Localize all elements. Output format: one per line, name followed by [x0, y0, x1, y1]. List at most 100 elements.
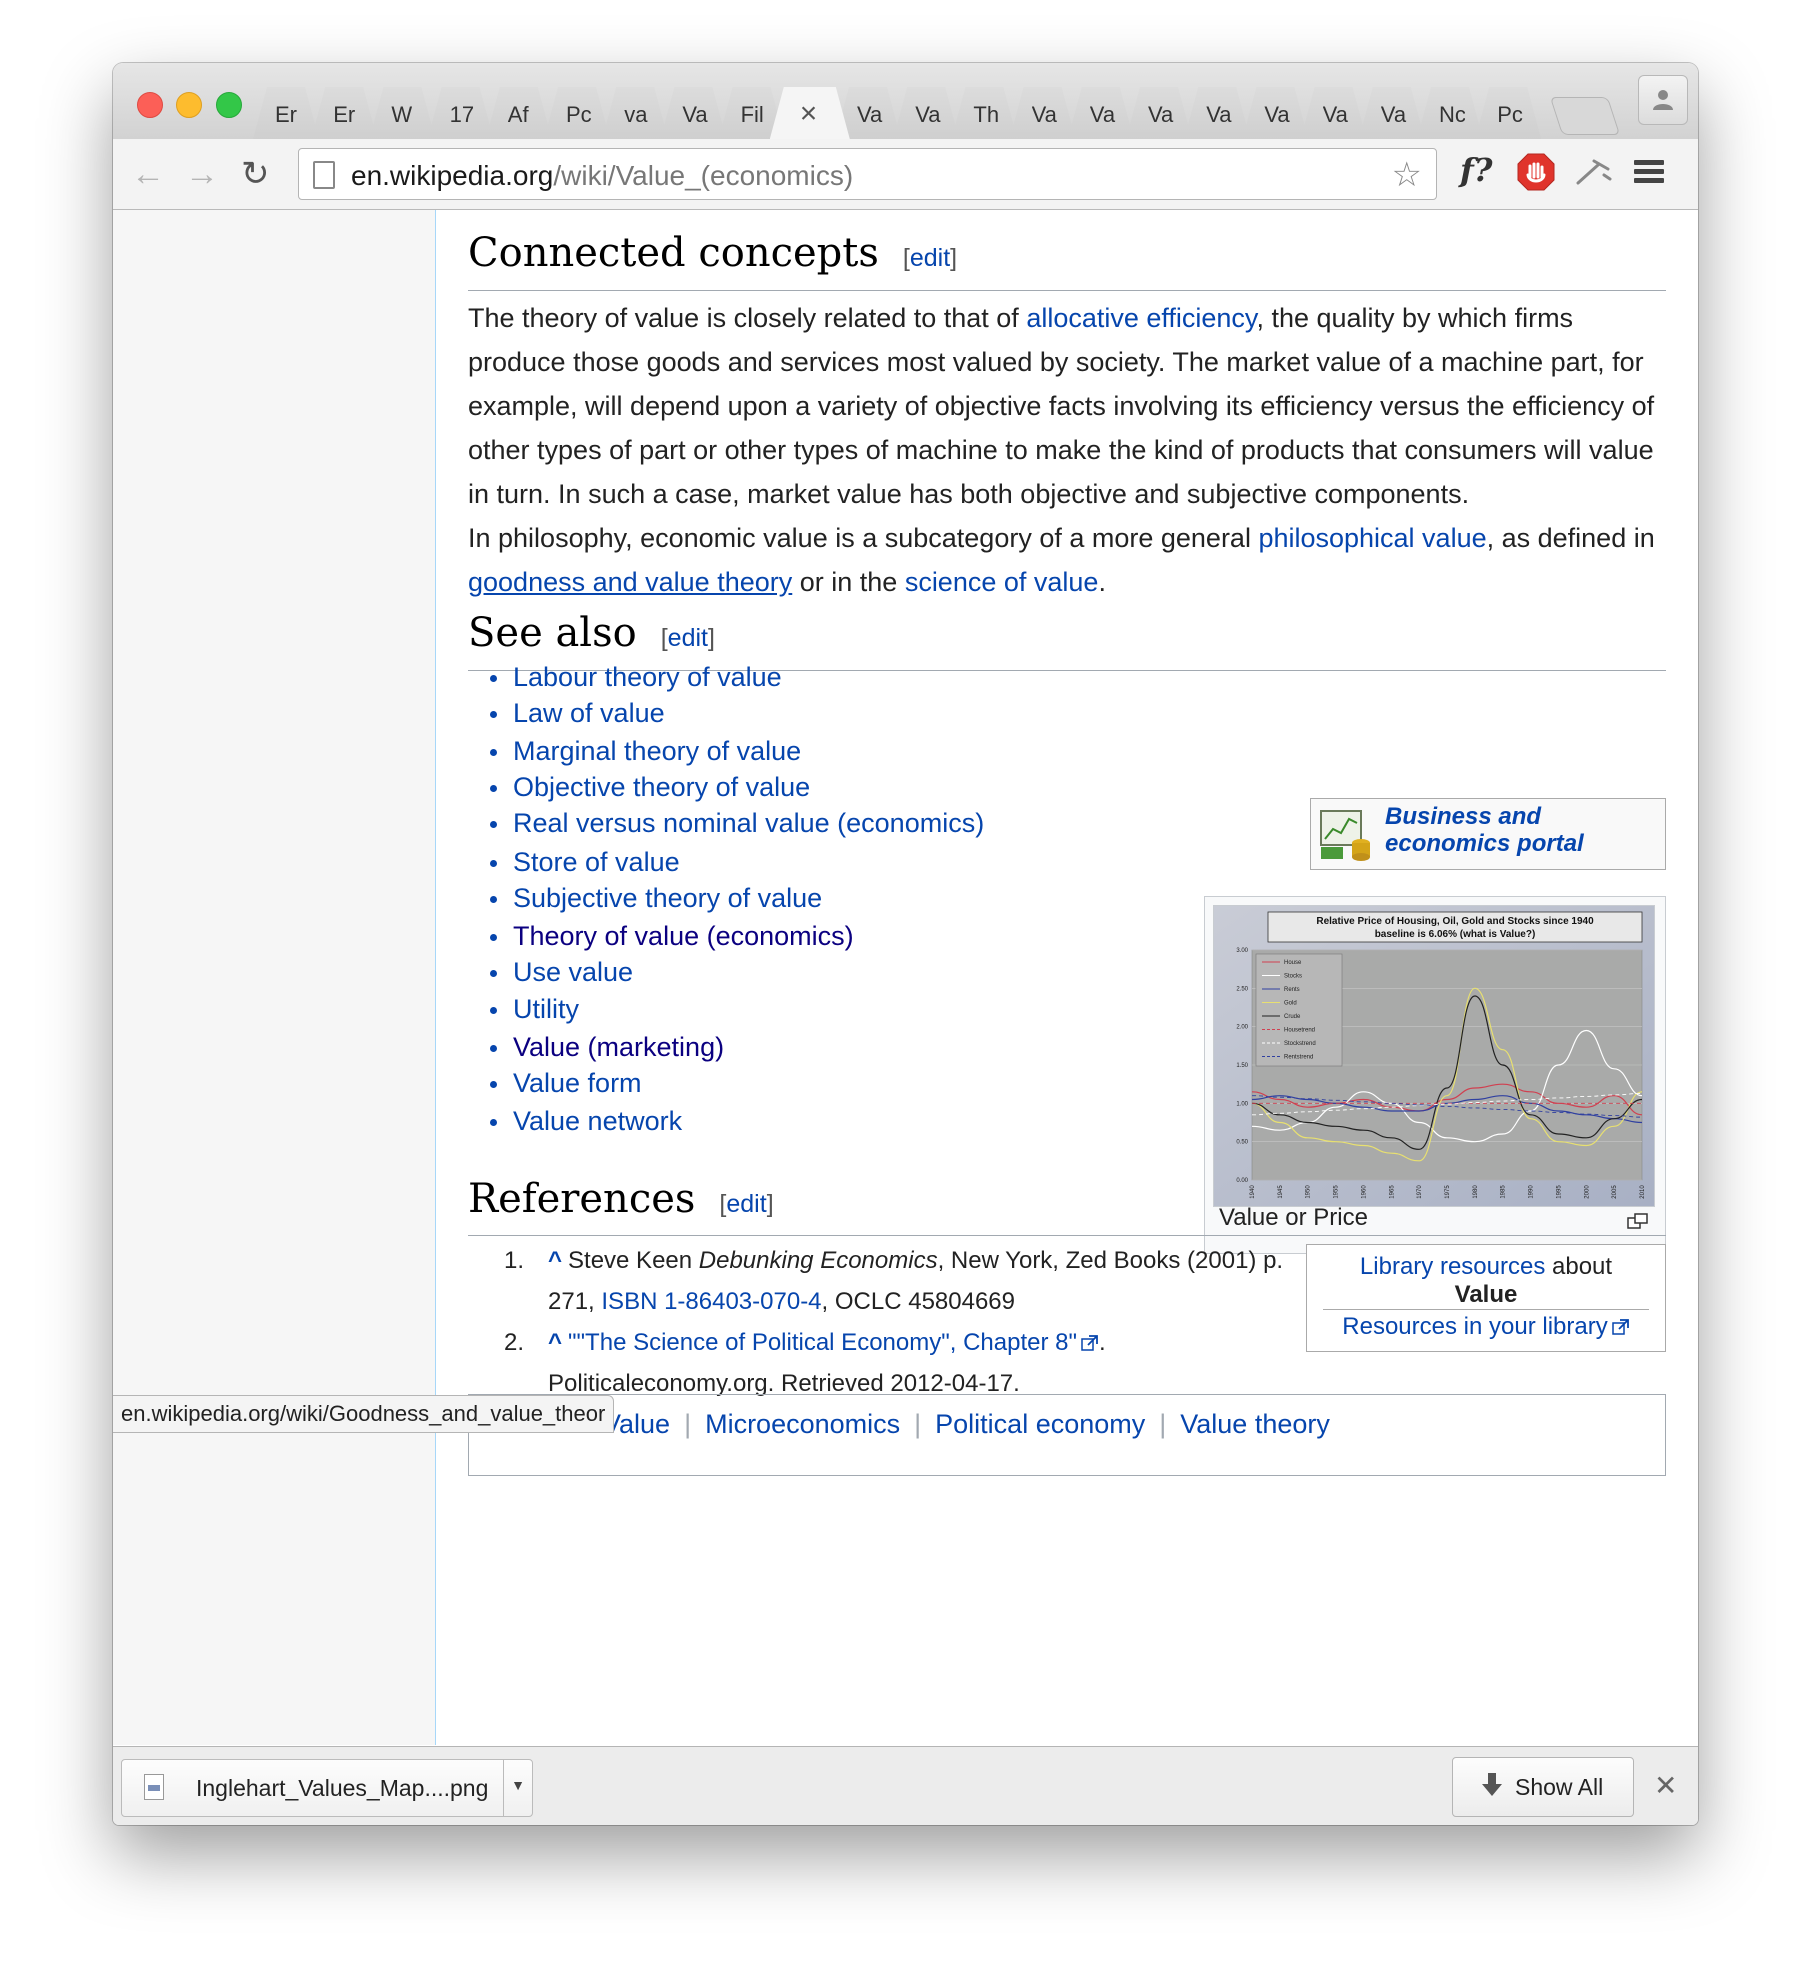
- see-also-link[interactable]: Objective theory of value: [513, 772, 810, 803]
- browser-tab[interactable]: Va: [1010, 87, 1076, 139]
- browser-tab[interactable]: 17: [428, 87, 494, 139]
- see-also-link[interactable]: Utility: [513, 994, 579, 1025]
- inline-link[interactable]: allocative efficiency: [1026, 303, 1256, 333]
- browser-tab[interactable]: Va: [1068, 87, 1134, 139]
- browser-tab[interactable]: Nc: [1417, 87, 1483, 139]
- browser-tab[interactable]: W: [369, 87, 435, 139]
- minimize-window-button[interactable]: [176, 92, 202, 118]
- tab-title: W: [391, 102, 413, 127]
- see-also-link[interactable]: Value (marketing): [513, 1032, 724, 1063]
- bullet: [490, 860, 497, 867]
- paragraph-connected-2: In philosophy, economic value is a subca…: [468, 516, 1668, 604]
- reference-number: 2.: [504, 1329, 525, 1356]
- external-reference-link[interactable]: ""The Science of Political Economy", Cha…: [568, 1329, 1077, 1356]
- portal-box[interactable]: Business and economics portal: [1310, 798, 1666, 870]
- download-menu-caret-icon[interactable]: ▼: [503, 1760, 532, 1816]
- browser-tab[interactable]: Va: [893, 87, 959, 139]
- show-all-downloads-button[interactable]: Show All: [1452, 1757, 1634, 1817]
- see-also-link[interactable]: Use value: [513, 957, 633, 988]
- see-also-link[interactable]: Subjective theory of value: [513, 883, 822, 914]
- f-extension-icon[interactable]: f?: [1460, 151, 1493, 189]
- menu-icon[interactable]: [1634, 159, 1664, 190]
- bookmark-star-icon[interactable]: ☆: [1392, 155, 1422, 195]
- forward-arrow-icon[interactable]: →: [185, 157, 219, 191]
- tool-extension-icon[interactable]: [1576, 157, 1612, 192]
- resources-in-library-link[interactable]: Resources in your library: [1342, 1313, 1607, 1340]
- y-tick-label: 1.00: [1236, 1101, 1248, 1107]
- thumbnail-figure: 0.00 0.50 1.00 1.50 2.00 2.50 3.00 1940 1945 1950…: [1204, 896, 1666, 1254]
- inline-link[interactable]: philosophical value: [1258, 523, 1486, 553]
- back-arrow-icon[interactable]: ←: [131, 157, 165, 191]
- bullet: [490, 675, 497, 682]
- browser-tab[interactable]: Va: [660, 87, 726, 139]
- new-tab-button[interactable]: [1549, 97, 1621, 135]
- legend-label: House: [1284, 960, 1302, 966]
- profile-button[interactable]: [1638, 75, 1688, 125]
- see-also-link[interactable]: Marginal theory of value: [513, 736, 801, 767]
- backlink-caret[interactable]: ^: [548, 1247, 562, 1274]
- backlink-caret[interactable]: ^: [548, 1329, 562, 1356]
- close-window-button[interactable]: [137, 92, 163, 118]
- enlarge-icon[interactable]: [1627, 1213, 1649, 1229]
- tab-title: Pc: [566, 102, 592, 127]
- browser-tab[interactable]: Pc: [1475, 87, 1541, 139]
- zoom-window-button[interactable]: [216, 92, 242, 118]
- edit-link[interactable]: edit: [910, 244, 950, 272]
- library-heading: Library resources about Value: [1359, 1253, 1613, 1308]
- tab-title: 17: [449, 102, 475, 127]
- x-tick-label: 1990: [1529, 1185, 1535, 1199]
- category-link[interactable]: Microeconomics: [705, 1409, 900, 1439]
- y-tick-label: 0.50: [1236, 1140, 1248, 1146]
- portal-link[interactable]: Business and economics portal: [1385, 803, 1625, 857]
- browser-tab[interactable]: Er: [311, 87, 377, 139]
- library-resources-box: Library resources about Value Resources …: [1306, 1244, 1666, 1352]
- library-resources-link[interactable]: Library resources: [1360, 1253, 1545, 1280]
- see-also-link[interactable]: Value network: [513, 1106, 682, 1137]
- chart-image[interactable]: 0.00 0.50 1.00 1.50 2.00 2.50 3.00 1940 1945 1950…: [1213, 905, 1655, 1207]
- bullet: [490, 1081, 497, 1088]
- url-text[interactable]: en.wikipedia.org/wiki/Value_(economics): [351, 160, 853, 192]
- see-also-link[interactable]: Theory of value (economics): [513, 921, 854, 952]
- browser-tab[interactable]: Va: [1242, 87, 1308, 139]
- inline-link[interactable]: science of value: [905, 567, 1099, 597]
- category-link[interactable]: Political economy: [935, 1409, 1145, 1439]
- edit-link[interactable]: edit: [668, 624, 708, 652]
- browser-tab[interactable]: Va: [1301, 87, 1367, 139]
- text-run: , the quality by which firms produce tho…: [468, 303, 1655, 509]
- download-item[interactable]: Inglehart_Values_Map....png ▼: [121, 1759, 533, 1817]
- browser-tab[interactable]: Va: [1359, 87, 1425, 139]
- browser-tab[interactable]: Va: [1184, 87, 1250, 139]
- y-tick-label: 1.50: [1236, 1063, 1248, 1069]
- address-bar[interactable]: en.wikipedia.org/wiki/Value_(economics) …: [298, 148, 1437, 200]
- bullet: [490, 896, 497, 903]
- x-tick-label: 1980: [1473, 1185, 1479, 1199]
- browser-tab[interactable]: Af: [486, 87, 552, 139]
- section-heading-connected-concepts: Connected concepts [edit]: [468, 230, 958, 276]
- browser-tab[interactable]: Th: [951, 87, 1017, 139]
- browser-tab[interactable]: Er: [253, 87, 319, 139]
- tab-title: Er: [275, 102, 297, 127]
- browser-tab[interactable]: Va: [1126, 87, 1192, 139]
- tab-active-close[interactable]: ×: [770, 87, 850, 139]
- see-also-link[interactable]: Law of value: [513, 698, 665, 729]
- tab-title: Va: [1206, 102, 1232, 127]
- download-filename: Inglehart_Values_Map....png: [196, 1775, 489, 1801]
- close-tab-icon[interactable]: ×: [800, 97, 818, 131]
- reload-icon[interactable]: ↻: [241, 157, 270, 191]
- category-link[interactable]: Value theory: [1180, 1409, 1330, 1439]
- edit-link[interactable]: edit: [726, 1190, 766, 1218]
- adblock-icon[interactable]: [1517, 153, 1555, 196]
- browser-tab[interactable]: Pc: [544, 87, 610, 139]
- x-tick-label: 1955: [1334, 1185, 1340, 1199]
- see-also-link[interactable]: Labour theory of value: [513, 662, 782, 693]
- browser-tab[interactable]: va: [602, 87, 668, 139]
- file-icon: [144, 1774, 164, 1800]
- see-also-link[interactable]: Real versus nominal value (economics): [513, 808, 984, 839]
- inline-link[interactable]: goodness and value theory: [468, 567, 792, 597]
- see-also-link[interactable]: Store of value: [513, 847, 680, 878]
- isbn-link[interactable]: ISBN 1-86403-070-4: [601, 1288, 821, 1315]
- close-shelf-icon[interactable]: ✕: [1654, 1769, 1677, 1802]
- text-run: In philosophy, economic value is a subca…: [468, 523, 1259, 553]
- x-tick-label: 1970: [1417, 1185, 1423, 1199]
- see-also-link[interactable]: Value form: [513, 1068, 642, 1099]
